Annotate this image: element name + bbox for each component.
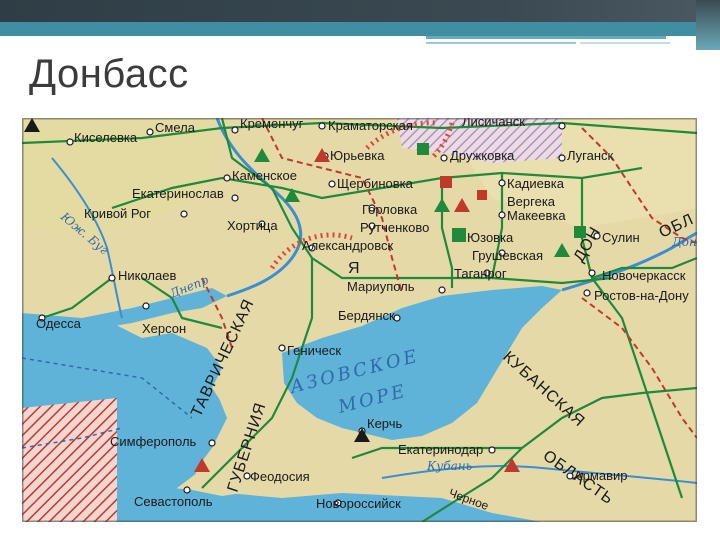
city-label: Дружковка bbox=[450, 148, 515, 163]
city-label: Одесса bbox=[36, 316, 82, 331]
slide-title: Донбасс bbox=[29, 52, 189, 96]
city-label: Юрьевка bbox=[330, 148, 385, 163]
city-label: Кременчуг bbox=[240, 118, 304, 131]
city-label: Николаев bbox=[118, 268, 176, 283]
city-label: Новороссийск bbox=[316, 496, 401, 511]
city-label: Краматорская bbox=[328, 118, 413, 133]
city-label: Геническ bbox=[287, 343, 341, 358]
map-image: АЗОВСКОЕ МОРЕ ТАВРИЧЕСКАЯ ГУБЕРНИЯ КУБАН… bbox=[22, 118, 697, 522]
city-label: Кадиевка bbox=[507, 176, 565, 191]
city-label: Рутченково bbox=[360, 220, 429, 235]
hatched-territory bbox=[22, 398, 117, 522]
city-label: Сулин bbox=[602, 230, 640, 245]
city-label: Каменское bbox=[232, 168, 297, 183]
city-label: Ростов-на-Дону bbox=[594, 288, 689, 303]
city-label: Грушевская bbox=[472, 248, 543, 263]
city-label: Екатеринослав bbox=[132, 186, 224, 201]
accent-line bbox=[426, 42, 576, 44]
city-label: Новочеркасск bbox=[602, 268, 686, 283]
city-label: Севастополь bbox=[134, 494, 213, 509]
river-label-kuban: Кубань bbox=[426, 459, 472, 473]
city-label: Симферополь bbox=[110, 434, 197, 449]
city-label: Александровск bbox=[302, 238, 394, 253]
river-label-don: Дон bbox=[671, 235, 697, 249]
city-label: Екатеринодар bbox=[398, 442, 483, 457]
city-label: Кривой Рог bbox=[84, 206, 151, 221]
city-label: Лисичанск bbox=[462, 118, 525, 129]
city-label: Вергека bbox=[507, 194, 556, 209]
city-label: Керчь bbox=[367, 416, 403, 431]
city-label: Щербиновка bbox=[337, 176, 414, 191]
city-label: Мариуполь bbox=[347, 279, 415, 294]
city-label: Таганрог bbox=[454, 266, 507, 281]
city-label: Горловка bbox=[362, 202, 418, 217]
city-label: Армавир bbox=[574, 468, 627, 483]
title-bar-accent bbox=[0, 22, 720, 36]
city-label: Херсон bbox=[142, 321, 186, 336]
city-label: Макеевка bbox=[507, 208, 566, 223]
city-label: Хортица bbox=[227, 218, 278, 233]
title-bar-band bbox=[0, 0, 720, 22]
city-label: Луганск bbox=[567, 148, 614, 163]
map-svg: АЗОВСКОЕ МОРЕ ТАВРИЧЕСКАЯ ГУБЕРНИЯ КУБАН… bbox=[22, 118, 697, 522]
region-label-ya: Я bbox=[348, 260, 361, 277]
city-label: Киселевка bbox=[74, 130, 138, 145]
city-label: Бердянск bbox=[338, 308, 395, 323]
city-label: Юзовка bbox=[467, 230, 514, 245]
corner-decoration bbox=[696, 0, 720, 50]
accent-line bbox=[426, 36, 666, 39]
city-label: Смела bbox=[155, 120, 196, 135]
city-label: Феодосия bbox=[250, 469, 310, 484]
accent-line bbox=[580, 42, 670, 44]
